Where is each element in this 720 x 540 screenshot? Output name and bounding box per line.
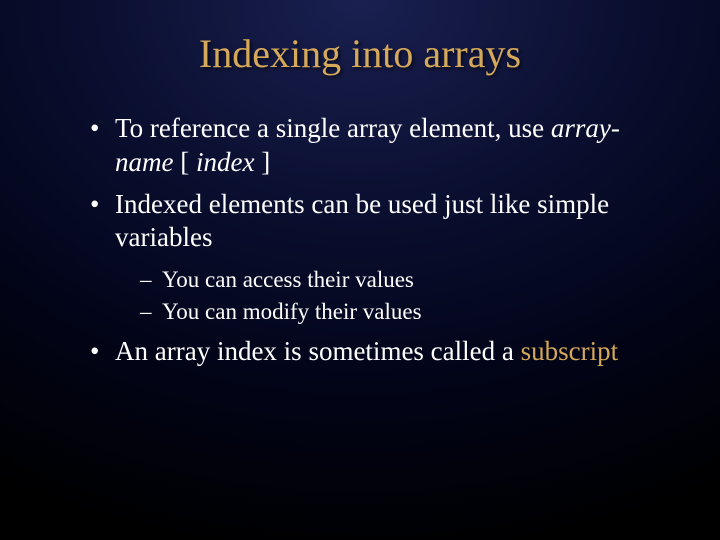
bullet-1-bracket-open: [	[173, 147, 196, 177]
bullet-1-prefix: To reference a single array element, use	[115, 113, 551, 143]
bullet-2-text: Indexed elements can be used just like s…	[115, 189, 609, 253]
bullet-item-1: To reference a single array element, use…	[90, 112, 670, 180]
bullet-item-3: An array index is sometimes called a sub…	[90, 335, 670, 369]
bullet-3-subscript: subscript	[521, 336, 619, 366]
slide: Indexing into arrays To reference a sing…	[0, 0, 720, 540]
bullet-1-bracket-close: ]	[254, 147, 270, 177]
bullet-list: To reference a single array element, use…	[50, 112, 670, 369]
sub-bullet-1: You can access their values	[140, 265, 670, 295]
sub-bullet-list: You can access their values You can modi…	[115, 265, 670, 327]
bullet-1-index: index	[196, 147, 254, 177]
slide-title: Indexing into arrays	[50, 30, 670, 77]
bullet-3-prefix: An array index is sometimes called a	[115, 336, 521, 366]
bullet-item-2: Indexed elements can be used just like s…	[90, 188, 670, 327]
sub-bullet-2: You can modify their values	[140, 297, 670, 327]
